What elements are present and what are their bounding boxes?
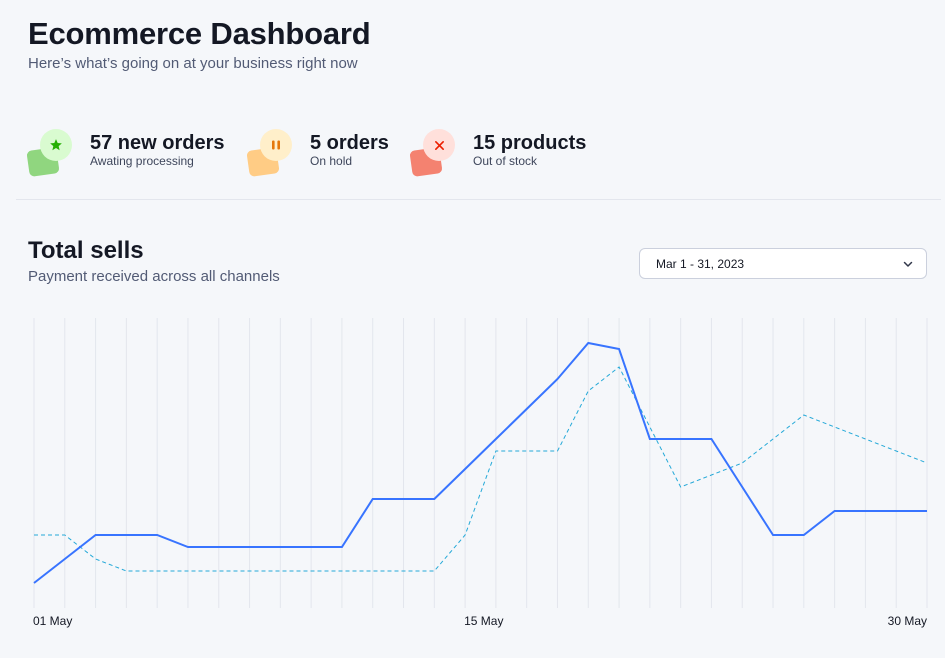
date-range-select[interactable]: Mar 1 - 31, 2023	[639, 248, 927, 279]
star-icon	[40, 129, 72, 161]
x-tick-label: 15 May	[464, 614, 503, 628]
x-tick-label: 30 May	[888, 614, 927, 628]
series-line-solid	[33, 341, 927, 584]
stat-value: 57 new orders	[90, 132, 225, 154]
stat-icon-wrapper	[409, 127, 459, 177]
total-sells-chart: 01 May 15 May 30 May	[33, 318, 928, 628]
date-range-value: Mar 1 - 31, 2023	[656, 257, 745, 271]
page-header: Ecommerce Dashboard Here’s what’s going …	[28, 14, 371, 72]
page-title: Ecommerce Dashboard	[28, 16, 371, 51]
stat-label: Awating processing	[90, 154, 194, 168]
stat-label: On hold	[310, 154, 353, 168]
series-line-dashed	[34, 366, 928, 572]
stat-value: 5 orders	[310, 132, 389, 154]
total-sells-header: Total sells Payment received across all …	[28, 236, 280, 285]
chevron-down-icon	[903, 261, 913, 267]
section-subtitle: Payment received across all channels	[28, 268, 280, 285]
pause-icon	[260, 129, 292, 161]
close-icon	[423, 129, 455, 161]
x-tick-label: 01 May	[33, 614, 72, 628]
stats-row: 57 new orders Awating processing 5 order…	[16, 120, 941, 200]
stat-label: Out of stock	[473, 154, 538, 168]
page-subtitle: Here’s what’s going on at your business …	[28, 55, 358, 72]
stat-value: 15 products	[473, 132, 587, 154]
stat-icon-wrapper	[26, 127, 76, 177]
section-title: Total sells	[28, 237, 144, 264]
stat-icon-wrapper	[246, 127, 296, 177]
